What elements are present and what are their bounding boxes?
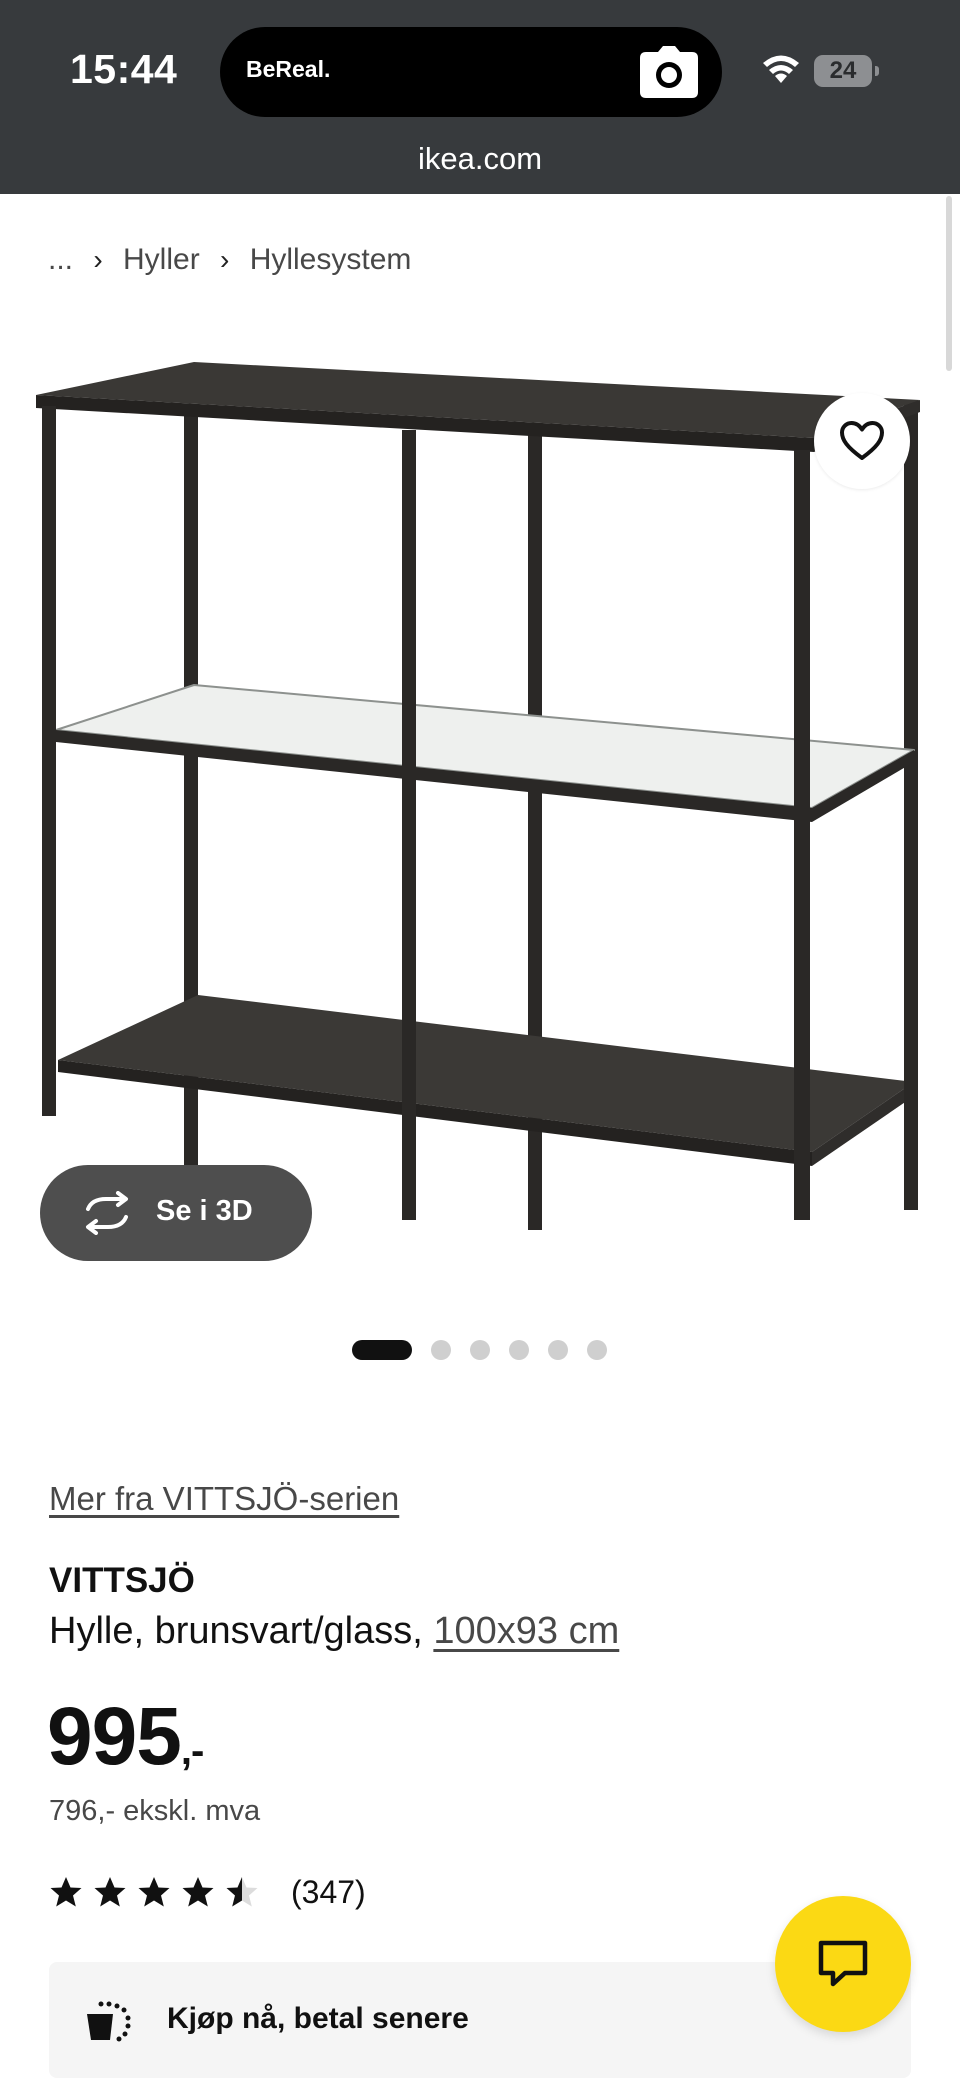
star-icon	[94, 1877, 126, 1907]
gallery-dot[interactable]	[587, 1340, 607, 1360]
battery-tip	[875, 66, 879, 76]
breadcrumb-ellipsis[interactable]: ...	[48, 243, 73, 277]
wifi-icon	[763, 55, 799, 83]
price: 995,-	[47, 1690, 204, 1784]
chat-button[interactable]	[775, 1896, 911, 2032]
chevron-right-icon: ›	[220, 244, 230, 275]
star-icon	[182, 1877, 214, 1907]
bnpl-label: Kjøp nå, betal senere	[167, 2002, 469, 2035]
price-suffix: ,-	[180, 1729, 204, 1773]
product-image[interactable]	[34, 340, 926, 1300]
price-excl-vat: 796,- ekskl. mva	[49, 1795, 261, 1827]
product-name: VITTSJÖ	[49, 1561, 195, 1600]
status-time: 15:44	[70, 46, 178, 92]
island-app-label: BeReal.	[246, 56, 331, 82]
chat-icon	[818, 1940, 868, 1987]
shopping-bag-icon	[87, 2001, 131, 2042]
product-size-link[interactable]: 100x93 cm	[433, 1610, 619, 1652]
gallery-dot[interactable]	[470, 1340, 490, 1360]
rotate-icon	[86, 1191, 128, 1235]
gallery-dot[interactable]	[509, 1340, 529, 1360]
view-3d-label: Se i 3D	[156, 1195, 253, 1227]
star-icon	[138, 1877, 170, 1907]
favorite-button[interactable]	[814, 393, 910, 489]
battery-indicator: 24	[814, 55, 879, 87]
product-type: Hylle, brunsvart/glass,	[49, 1610, 434, 1652]
half-star-icon	[226, 1877, 258, 1907]
page-scrollbar[interactable]	[946, 196, 952, 371]
heart-icon	[840, 421, 884, 460]
review-count[interactable]: (347)	[291, 1874, 366, 1911]
chevron-right-icon: ›	[93, 244, 103, 275]
camera-icon	[640, 46, 698, 98]
gallery-pagination	[352, 1340, 626, 1360]
breadcrumb: ... › Hyller › Hyllesystem	[48, 240, 411, 280]
star-icon	[50, 1877, 82, 1907]
product-description: Hylle, brunsvart/glass, 100x93 cm	[49, 1610, 619, 1653]
series-link[interactable]: Mer fra VITTSJÖ-serien	[49, 1480, 399, 1518]
breadcrumb-hyllesystem[interactable]: Hyllesystem	[250, 243, 412, 277]
dynamic-island[interactable]: BeReal.	[220, 27, 722, 117]
view-3d-button[interactable]: Se i 3D	[40, 1165, 312, 1261]
price-value: 995	[47, 1691, 182, 1782]
breadcrumb-hyller[interactable]: Hyller	[123, 243, 200, 277]
rating[interactable]: (347)	[49, 1872, 366, 1912]
battery-level: 24	[829, 57, 857, 84]
gallery-dot-active[interactable]	[352, 1340, 412, 1360]
address-bar-url[interactable]: ikea.com	[0, 141, 960, 177]
gallery-dot[interactable]	[431, 1340, 451, 1360]
status-bar: 15:44 BeReal. 24 ikea.com	[0, 0, 960, 194]
gallery-dot[interactable]	[548, 1340, 568, 1360]
